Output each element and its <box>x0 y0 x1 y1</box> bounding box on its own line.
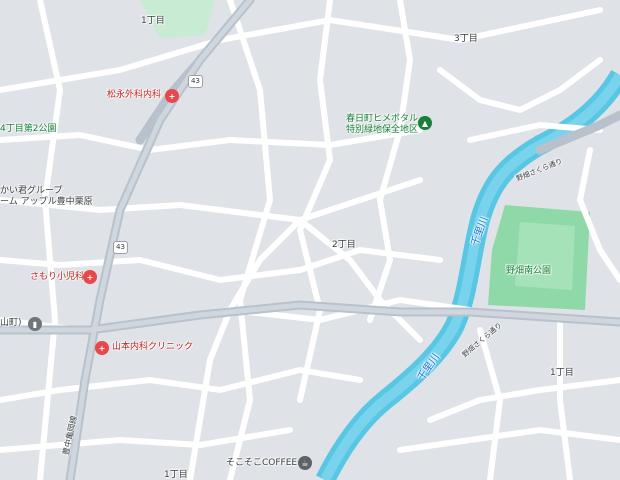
chome-label: 3丁目 <box>454 34 478 44</box>
poi-label[interactable]: 松永外科内科 <box>107 90 161 101</box>
area-label: 山町) <box>0 318 22 328</box>
route-shield: 43 <box>188 75 203 88</box>
map-canvas <box>0 0 620 480</box>
chome-label: 1丁目 <box>550 368 574 378</box>
route-shield: 43 <box>113 241 128 254</box>
poi-label[interactable]: そこそこCOFFEE <box>226 458 297 469</box>
tree-icon[interactable]: ▲ <box>418 116 432 130</box>
park-label: 野畑南公園 <box>506 266 552 276</box>
poi-label-line1: かい君グループ <box>0 186 63 196</box>
chome-label: 2丁目 <box>332 240 356 250</box>
hospital-icon[interactable]: + <box>83 270 97 284</box>
kasuga-label-line1: 春日町ヒメボタル <box>346 114 419 124</box>
poi-label[interactable]: さもり小児科 <box>30 272 84 283</box>
hospital-icon[interactable]: + <box>165 89 179 103</box>
park-label: 4丁目第2公園 <box>0 124 57 134</box>
map-view[interactable]: 1丁目 3丁目 2丁目 1丁目 1丁目 4丁目第2公園 かい君グループ ーム ア… <box>0 0 620 480</box>
kasuga-label-line2: 特別緑地保全地区 <box>346 125 419 135</box>
cafe-icon[interactable]: ☕ <box>298 456 312 470</box>
poi-label[interactable]: 山本内科クリニック <box>112 342 193 353</box>
chome-label: 1丁目 <box>164 470 188 480</box>
poi-label-line2: ーム アップル豊中栗原 <box>0 197 93 207</box>
chome-label: 1丁目 <box>141 16 165 26</box>
hospital-icon[interactable]: + <box>95 341 109 355</box>
building-icon[interactable]: ▮ <box>28 317 42 331</box>
